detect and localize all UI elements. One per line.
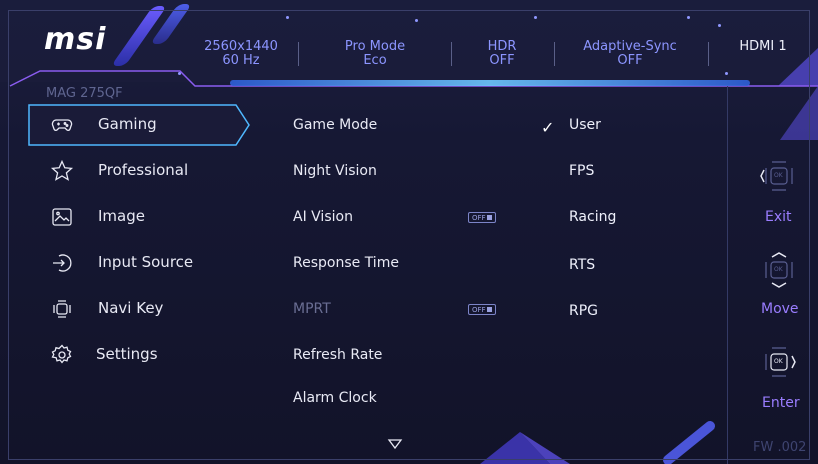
star-icon bbox=[50, 159, 74, 183]
sidebar-item-professional[interactable]: Professional bbox=[28, 151, 268, 191]
status-line-1: Pro Mode bbox=[344, 39, 406, 54]
status-line-2: 60 Hz bbox=[222, 53, 260, 68]
sidebar-item-label: Navi Key bbox=[98, 299, 164, 317]
input-source-icon bbox=[50, 251, 74, 275]
move-label: Move bbox=[761, 301, 799, 317]
menu-item-mprt: MPRT bbox=[293, 301, 331, 317]
status-resolution: 2560x1440 60 Hz bbox=[200, 40, 282, 70]
image-icon bbox=[50, 205, 74, 229]
sidebar-item-label: Settings bbox=[96, 345, 158, 363]
status-line-2: Eco bbox=[363, 53, 387, 68]
menu-item-alarm-clock[interactable]: Alarm Clock bbox=[293, 390, 377, 406]
decorative-dot bbox=[286, 16, 289, 19]
divider bbox=[708, 42, 709, 66]
decorative-dot bbox=[415, 19, 418, 22]
navi-key-updown-icon: OK bbox=[760, 250, 798, 290]
decorative-shape bbox=[480, 432, 570, 464]
menu-item-refresh-rate[interactable]: Refresh Rate bbox=[293, 347, 382, 363]
decorative-stripe bbox=[663, 421, 715, 464]
status-pro-mode: Pro Mode Eco bbox=[328, 40, 422, 70]
sidebar-item-gaming[interactable]: Gaming bbox=[28, 105, 268, 145]
model-name: MAG 275QF bbox=[46, 86, 123, 101]
option-racing[interactable]: Racing bbox=[569, 209, 616, 225]
option-fps[interactable]: FPS bbox=[569, 163, 594, 179]
status-line-1: Adaptive-Sync bbox=[583, 39, 677, 54]
scroll-down-icon[interactable] bbox=[387, 438, 403, 450]
sidebar-item-label: Gaming bbox=[98, 115, 157, 133]
sidebar-item-label: Input Source bbox=[98, 253, 194, 271]
sidebar-item-input-source[interactable]: Input Source bbox=[28, 243, 268, 283]
decorative-dot bbox=[687, 16, 690, 19]
sidebar-item-image[interactable]: Image bbox=[28, 197, 268, 237]
status-line-2: OFF bbox=[489, 53, 515, 68]
osd-menu: msi 2560x1440 60 Hz Pro Mode Eco HDR OFF… bbox=[0, 0, 818, 464]
firmware-version: FW .002 bbox=[753, 440, 807, 455]
navi-key-icon bbox=[50, 297, 74, 321]
ok-label: OK bbox=[774, 358, 783, 365]
ok-label: OK bbox=[774, 172, 783, 179]
sidebar-item-label: Professional bbox=[98, 161, 189, 179]
status-line-1: 2560x1440 bbox=[204, 39, 278, 54]
divider bbox=[298, 42, 299, 66]
menu-item-game-mode[interactable]: Game Mode bbox=[293, 117, 377, 133]
decorative-dot bbox=[534, 16, 537, 19]
divider bbox=[451, 42, 452, 66]
msi-logo: msi bbox=[44, 22, 107, 57]
header-glow-bar bbox=[230, 80, 750, 86]
navi-key-right-icon: OK bbox=[760, 342, 798, 382]
enter-label: Enter bbox=[762, 395, 800, 411]
gamepad-icon bbox=[50, 113, 74, 137]
sidebar-item-label: Image bbox=[98, 207, 145, 225]
off-toggle-badge: OFF bbox=[468, 304, 496, 315]
check-icon: ✓ bbox=[541, 118, 555, 137]
navi-key-left-icon: OK bbox=[760, 156, 798, 196]
gear-icon bbox=[50, 343, 74, 367]
status-line-2: OFF bbox=[617, 53, 643, 68]
ok-label: OK bbox=[774, 266, 783, 273]
off-toggle-badge: OFF bbox=[468, 212, 496, 223]
divider bbox=[554, 42, 555, 66]
decorative-dot bbox=[718, 24, 721, 27]
menu-item-ai-vision[interactable]: AI Vision bbox=[293, 209, 353, 225]
decorative-shape bbox=[780, 86, 818, 140]
status-line-1: HDR bbox=[487, 39, 517, 54]
status-hdr: HDR OFF bbox=[468, 40, 536, 70]
menu-item-response-time[interactable]: Response Time bbox=[293, 255, 399, 271]
option-rts[interactable]: RTS bbox=[569, 257, 595, 273]
sidebar-item-settings[interactable]: Settings bbox=[28, 335, 268, 375]
menu-item-night-vision[interactable]: Night Vision bbox=[293, 163, 377, 179]
option-user[interactable]: User bbox=[569, 117, 601, 133]
status-adaptive-sync: Adaptive-Sync OFF bbox=[577, 40, 683, 70]
option-rpg[interactable]: RPG bbox=[569, 303, 598, 319]
exit-label: Exit bbox=[765, 209, 792, 225]
sidebar-item-navi-key[interactable]: Navi Key bbox=[28, 289, 268, 329]
